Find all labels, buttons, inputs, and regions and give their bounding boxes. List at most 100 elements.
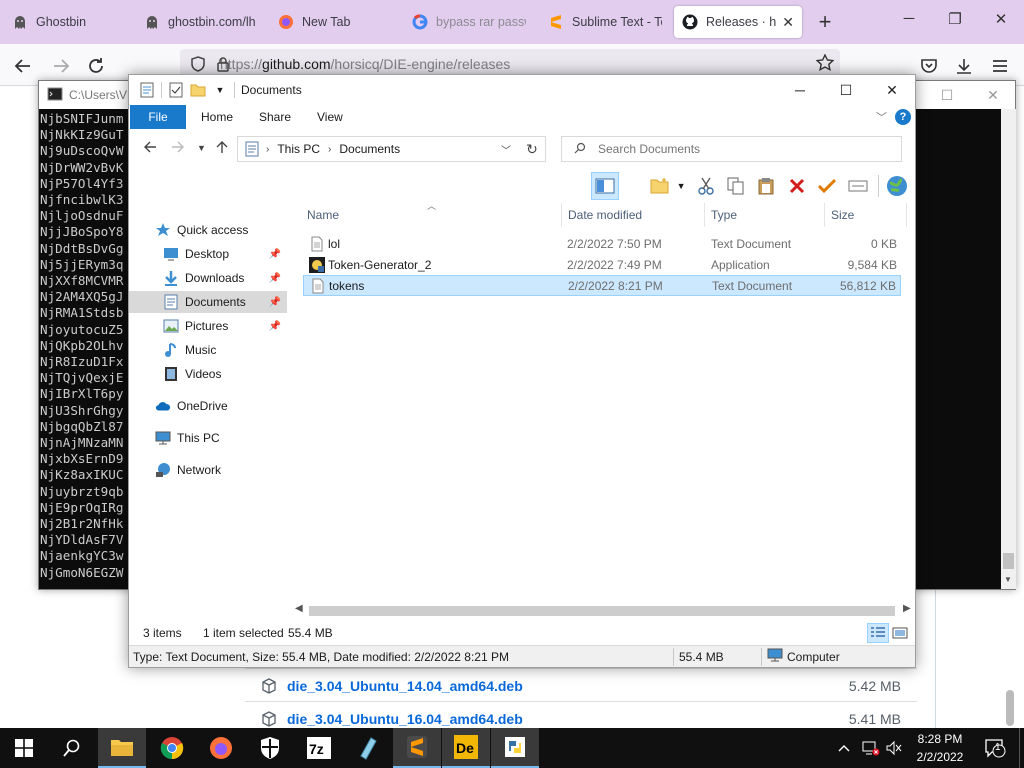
file-row-token-generator[interactable]: Token-Generator_2 2/2/2022 7:49 PM Appli… bbox=[303, 254, 901, 275]
reload-icon[interactable] bbox=[85, 55, 107, 77]
quick-access-dropdown-icon[interactable]: ▼ bbox=[212, 82, 228, 98]
paste-icon[interactable] bbox=[752, 172, 780, 200]
address-bar[interactable]: › This PC › Documents ﹀ bbox=[237, 136, 546, 162]
rename-check-icon[interactable] bbox=[813, 172, 841, 200]
nav-onedrive[interactable]: OneDrive bbox=[129, 395, 287, 417]
new-folder-icon[interactable] bbox=[646, 172, 674, 200]
file-row-lol[interactable]: lol 2/2/2022 7:50 PM Text Document 0 KB bbox=[303, 233, 901, 254]
nav-desktop[interactable]: Desktop 📌 bbox=[129, 243, 287, 265]
browser-restore-button[interactable]: ❐ bbox=[940, 10, 970, 34]
taskbar-sublime-text[interactable] bbox=[393, 728, 441, 768]
close-tab-icon[interactable]: ✕ bbox=[782, 14, 794, 31]
pocket-icon[interactable] bbox=[918, 55, 940, 77]
breadcrumb-chevron-icon[interactable]: › bbox=[266, 144, 269, 155]
volume-muted-icon[interactable] bbox=[885, 728, 903, 768]
start-button[interactable] bbox=[0, 728, 48, 768]
tab-view[interactable]: View bbox=[303, 105, 357, 129]
scroll-down-icon[interactable]: ▼ bbox=[1004, 575, 1012, 584]
tray-chevron-icon[interactable] bbox=[838, 728, 850, 768]
nav-videos[interactable]: Videos bbox=[129, 363, 287, 385]
explorer-minimize-button[interactable]: ─ bbox=[777, 75, 823, 105]
bookmark-star-icon[interactable] bbox=[815, 53, 835, 75]
breadcrumb-chevron-icon[interactable]: › bbox=[328, 144, 331, 155]
new-folder-dropdown-icon[interactable]: ▼ bbox=[677, 181, 686, 191]
explorer-title-bar[interactable]: ▼ Documents ─ ☐ ✕ bbox=[129, 75, 915, 105]
horizontal-scrollbar-thumb[interactable] bbox=[309, 606, 895, 616]
search-input[interactable] bbox=[598, 142, 878, 156]
refresh-icon[interactable]: ↻ bbox=[519, 136, 546, 162]
browser-minimize-button[interactable]: ─ bbox=[894, 10, 924, 34]
tab-file[interactable]: File bbox=[130, 105, 186, 129]
explorer-close-button[interactable]: ✕ bbox=[869, 75, 915, 105]
pin-icon[interactable]: 📌 bbox=[269, 321, 281, 332]
properties-icon[interactable] bbox=[843, 172, 871, 200]
breadcrumb-documents[interactable]: Documents bbox=[339, 142, 400, 156]
up-arrow-icon[interactable] bbox=[215, 140, 229, 158]
back-arrow-icon[interactable] bbox=[12, 55, 34, 77]
search-icon[interactable] bbox=[48, 728, 96, 768]
pin-icon[interactable]: 📌 bbox=[269, 297, 281, 308]
breadcrumb-this-pc[interactable]: This PC bbox=[277, 142, 320, 156]
taskbar-security[interactable] bbox=[246, 728, 294, 768]
nav-pictures[interactable]: Pictures 📌 bbox=[129, 315, 287, 337]
asset-link[interactable]: die_3.04_Ubuntu_14.04_amd64.deb bbox=[287, 678, 523, 694]
show-desktop-button[interactable] bbox=[1019, 728, 1020, 768]
tab-github-releases[interactable]: Releases · hors ✕ bbox=[674, 6, 802, 38]
tab-ghostbin-link[interactable]: ghostbin.com/lh bbox=[136, 6, 266, 38]
explorer-maximize-button[interactable]: ☐ bbox=[823, 75, 869, 105]
tab-ghostbin[interactable]: Ghostbin bbox=[4, 6, 134, 38]
browser-close-button[interactable]: ✕ bbox=[986, 10, 1016, 34]
cut-icon[interactable] bbox=[691, 172, 719, 200]
column-date-modified[interactable]: Date modified bbox=[562, 203, 705, 227]
nav-this-pc[interactable]: This PC bbox=[129, 427, 287, 449]
pin-icon[interactable]: 📌 bbox=[269, 273, 281, 284]
tracking-shield-icon[interactable] bbox=[190, 56, 206, 75]
properties-icon[interactable] bbox=[139, 82, 155, 98]
copy-icon[interactable] bbox=[722, 172, 750, 200]
globe-icon[interactable] bbox=[883, 172, 911, 200]
nav-network[interactable]: Network bbox=[129, 459, 287, 481]
nav-documents[interactable]: Documents 📌 bbox=[129, 291, 287, 313]
tab-bypass-rar[interactable]: bypass rar passw bbox=[404, 6, 534, 38]
tab-sublime-text[interactable]: Sublime Text - Te bbox=[540, 6, 670, 38]
nav-music[interactable]: Music bbox=[129, 339, 287, 361]
horizontal-scrollbar[interactable]: ◀ ▶ bbox=[291, 603, 915, 619]
pin-icon[interactable]: 📌 bbox=[269, 249, 281, 260]
taskbar-python[interactable] bbox=[491, 728, 539, 768]
delete-icon[interactable] bbox=[783, 172, 811, 200]
large-icons-view-icon[interactable] bbox=[889, 623, 911, 643]
release-asset-row[interactable]: die_3.04_Ubuntu_14.04_amd64.deb 5.42 MB bbox=[245, 668, 917, 702]
file-row-tokens[interactable]: tokens 2/2/2022 8:21 PM Text Document 56… bbox=[303, 275, 901, 296]
forward-arrow-icon[interactable] bbox=[171, 140, 185, 158]
column-size[interactable]: Size bbox=[825, 203, 907, 227]
cmd-maximize-button[interactable]: ☐ bbox=[927, 83, 967, 107]
taskbar-file-explorer[interactable] bbox=[98, 728, 146, 768]
column-type[interactable]: Type bbox=[705, 203, 825, 227]
nav-downloads[interactable]: Downloads 📌 bbox=[129, 267, 287, 289]
address-dropdown-icon[interactable]: ﹀ bbox=[501, 142, 511, 157]
taskbar-detect-it-easy[interactable]: De bbox=[442, 728, 490, 768]
downloads-icon[interactable] bbox=[953, 55, 975, 77]
recent-locations-icon[interactable]: ▼ bbox=[197, 143, 206, 153]
new-folder-icon[interactable] bbox=[190, 82, 206, 98]
forward-arrow-icon[interactable] bbox=[50, 55, 72, 77]
lock-icon[interactable] bbox=[216, 56, 230, 75]
tab-new-tab[interactable]: New Tab bbox=[270, 6, 400, 38]
network-status-icon[interactable] bbox=[862, 728, 880, 768]
cmd-close-button[interactable]: ✕ bbox=[973, 83, 1013, 107]
cmd-scrollbar[interactable]: ▼ bbox=[1001, 109, 1016, 589]
tab-share[interactable]: Share bbox=[245, 105, 305, 129]
notifications-icon[interactable]: 1 bbox=[984, 728, 1006, 768]
taskbar-notepad[interactable] bbox=[344, 728, 392, 768]
nav-quick-access[interactable]: Quick access bbox=[129, 219, 287, 241]
hamburger-menu-icon[interactable] bbox=[989, 55, 1011, 77]
ribbon-expand-icon[interactable]: ﹀ bbox=[876, 109, 887, 125]
preview-pane-icon[interactable] bbox=[591, 172, 620, 200]
asset-link[interactable]: die_3.04_Ubuntu_16.04_amd64.deb bbox=[287, 711, 523, 727]
page-scrollbar-thumb[interactable] bbox=[1006, 690, 1014, 726]
scroll-left-icon[interactable]: ◀ bbox=[295, 603, 303, 614]
check-icon[interactable] bbox=[168, 82, 184, 98]
search-box[interactable] bbox=[561, 136, 902, 162]
system-clock[interactable]: 8:28 PM 2/2/2022 bbox=[905, 730, 975, 766]
help-icon[interactable]: ? bbox=[895, 109, 911, 125]
